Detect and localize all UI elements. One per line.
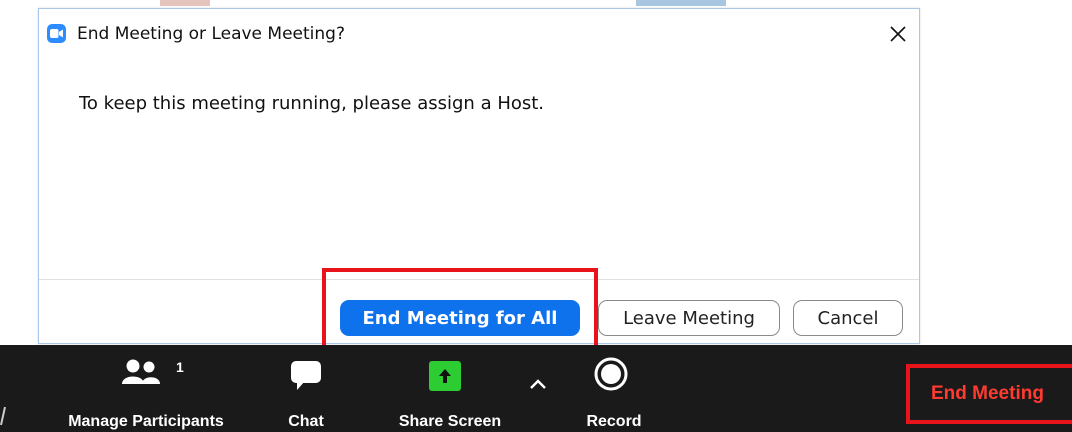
chat-label: Chat [288, 413, 324, 430]
manage-participants-button[interactable]: 1 Manage Participants [40, 345, 240, 432]
record-button[interactable]: Record [570, 345, 660, 432]
cancel-button[interactable]: Cancel [793, 300, 903, 336]
participant-count-badge: 1 [176, 359, 184, 375]
record-icon [594, 357, 628, 396]
chat-button[interactable]: Chat [270, 345, 340, 432]
share-screen-button[interactable]: Share Screen [380, 345, 520, 432]
zoom-camera-icon [47, 24, 66, 43]
manage-participants-label: Manage Participants [68, 413, 224, 430]
dialog-message: To keep this meeting running, please ass… [79, 93, 545, 114]
leave-meeting-button[interactable]: Leave Meeting [598, 300, 780, 336]
record-label: Record [586, 413, 642, 430]
participants-icon [122, 359, 162, 390]
chevron-up-icon [529, 377, 547, 395]
share-screen-label: Share Screen [398, 413, 502, 430]
toolbar-edge-mark [0, 406, 6, 426]
background-strip-right [636, 0, 726, 6]
highlight-end-meeting [906, 364, 1072, 424]
chat-icon [291, 361, 321, 396]
dialog-title: End Meeting or Leave Meeting? [77, 24, 345, 44]
share-options-caret[interactable] [522, 345, 556, 432]
share-screen-icon [429, 361, 461, 396]
dialog-titlebar: End Meeting or Leave Meeting? [39, 9, 919, 57]
background-strip-left [160, 0, 210, 6]
close-icon[interactable] [883, 19, 913, 49]
highlight-end-meeting-for-all [322, 268, 598, 352]
